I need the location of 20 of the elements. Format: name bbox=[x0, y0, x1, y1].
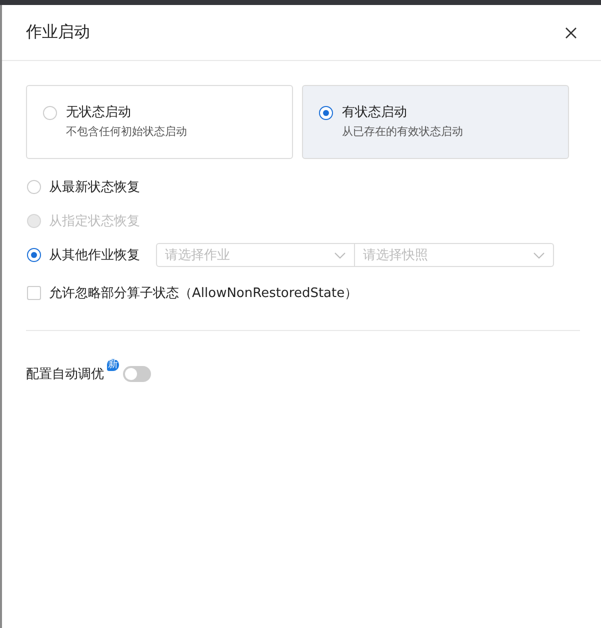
dialog-title: 作业启动 bbox=[26, 22, 90, 43]
option-label[interactable]: 从其他作业恢复 bbox=[49, 246, 140, 264]
card-description: 不包含任何初始状态启动 bbox=[66, 125, 187, 138]
option-label[interactable]: 从最新状态恢复 bbox=[49, 178, 140, 196]
mode-card[interactable]: 无状态启动 不包含任何初始状态启动 bbox=[26, 85, 293, 159]
caret-icon bbox=[533, 252, 545, 258]
option-label: 从指定状态恢复 bbox=[49, 213, 140, 230]
radio-button[interactable] bbox=[27, 248, 41, 262]
card-description: 从已存在的有效状态启动 bbox=[342, 125, 463, 138]
checkbox[interactable] bbox=[27, 286, 41, 300]
setting-label: 配置自动调优 bbox=[26, 366, 104, 383]
radio-button[interactable] bbox=[319, 106, 333, 120]
card-title: 有状态启动 bbox=[342, 106, 408, 120]
caret-icon bbox=[334, 252, 346, 258]
new-badge: 新 bbox=[107, 359, 119, 371]
checkbox-label[interactable]: 允许忽略部分算子状态（AllowNonRestoredState） bbox=[49, 284, 358, 302]
toggle-switch[interactable] bbox=[123, 366, 151, 382]
card-title: 无状态启动 bbox=[66, 106, 132, 120]
close-icon[interactable] bbox=[565, 26, 577, 38]
mode-card[interactable]: 有状态启动 从已存在的有效状态启动 bbox=[302, 85, 569, 159]
